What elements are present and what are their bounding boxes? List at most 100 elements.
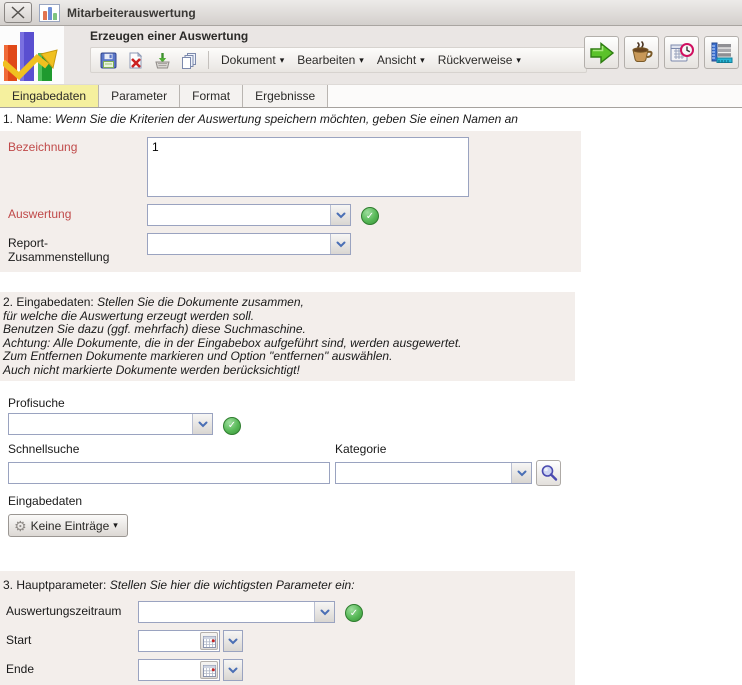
- section3-prefix: 3. Hauptparameter:: [3, 578, 106, 592]
- tab-parameter[interactable]: Parameter: [99, 85, 180, 107]
- chevron-down-icon: ▾: [113, 521, 118, 530]
- start-row: Start: [0, 630, 575, 652]
- auswertung-label: Auswertung: [0, 204, 147, 221]
- window-title: Mitarbeiterauswertung: [67, 6, 196, 20]
- schedule-button[interactable]: [664, 36, 699, 69]
- bezeichnung-row: Bezeichnung 1: [0, 137, 581, 197]
- toolbar: Dokument ▾ Bearbeiten ▾ Ansicht ▾ Rückve…: [90, 47, 587, 73]
- kategorie-combobox[interactable]: [335, 462, 532, 484]
- section1-prefix: 1. Name:: [3, 112, 52, 126]
- chevron-down-icon: [228, 667, 238, 674]
- close-icon: [10, 6, 26, 19]
- toolbar-separator: [208, 51, 209, 69]
- auswertung-combobox[interactable]: [147, 204, 351, 226]
- report-label: Report-Zusammenstellung: [0, 233, 147, 264]
- bezeichnung-textarea[interactable]: 1: [147, 137, 469, 197]
- section1-panel: Bezeichnung 1 Auswertung ✓ Report-Zusamm…: [0, 131, 581, 272]
- zeitraum-row: Auswertungszeitraum ✓: [0, 601, 575, 623]
- start-label: Start: [0, 630, 138, 647]
- calendar-clock-icon: [669, 41, 695, 65]
- chevron-down-icon[interactable]: [314, 602, 334, 622]
- section3-hint: Stellen Sie hier die wichtigsten Paramet…: [110, 578, 355, 592]
- bar-chart-icon: [39, 4, 60, 22]
- chevron-down-icon[interactable]: [330, 234, 350, 254]
- copy-button[interactable]: [178, 49, 200, 71]
- zeitraum-value: [139, 602, 314, 622]
- copy-icon: [181, 52, 198, 69]
- valid-check-icon: ✓: [345, 604, 363, 622]
- chevron-down-icon[interactable]: [511, 463, 531, 483]
- window-titlebar: Mitarbeiterauswertung: [0, 0, 742, 26]
- zeitraum-label: Auswertungszeitraum: [0, 601, 138, 618]
- section2-hint-line-4: Zum Entfernen Dokumente markieren und Op…: [3, 350, 572, 364]
- zeitraum-combobox[interactable]: [138, 601, 335, 623]
- ende-calendar-button[interactable]: [200, 661, 218, 679]
- profisuche-combobox[interactable]: [8, 413, 213, 435]
- report-row: Report-Zusammenstellung: [0, 233, 581, 264]
- ende-input[interactable]: [139, 663, 200, 677]
- auswertung-row: Auswertung ✓: [0, 204, 581, 226]
- schnellsuche-label: Schnellsuche: [8, 442, 335, 456]
- tab-format[interactable]: Format: [180, 85, 243, 107]
- tab-ergebnisse[interactable]: Ergebnisse: [243, 85, 328, 107]
- menu-dokument[interactable]: Dokument ▾: [217, 51, 288, 69]
- report-combobox[interactable]: [147, 233, 351, 255]
- profisuche-label: Profisuche: [0, 394, 575, 413]
- delete-button[interactable]: [124, 49, 146, 71]
- no-entries-dropdown-button[interactable]: ⚙ Keine Einträge ▾: [8, 514, 128, 537]
- content: 1. Name: Wenn Sie die Kriterien der Ausw…: [0, 108, 742, 685]
- schnellsuche-input[interactable]: [8, 462, 330, 484]
- start-calendar-button[interactable]: [200, 632, 218, 650]
- search-button[interactable]: [536, 460, 561, 486]
- section2-text-panel: 2. Eingabedaten: Stellen Sie die Dokumen…: [0, 292, 575, 381]
- chevron-down-icon[interactable]: [330, 205, 350, 225]
- coffee-cup-icon: [629, 41, 655, 65]
- delete-icon: [127, 52, 144, 69]
- header-actions: [584, 36, 739, 69]
- tab-eingabedaten[interactable]: Eingabedaten: [0, 85, 99, 107]
- search-fields-row: [0, 460, 575, 486]
- chevron-down-icon: ▾: [359, 56, 364, 65]
- no-entries-label: Keine Einträge: [31, 519, 110, 533]
- section2-hint-line-0: Stellen Sie die Dokumente zusammen,: [97, 295, 304, 309]
- coffee-button[interactable]: [624, 36, 659, 69]
- ende-datebox: [138, 659, 220, 681]
- import-button[interactable]: [151, 49, 173, 71]
- profisuche-value: [9, 414, 192, 434]
- start-input[interactable]: [139, 634, 200, 648]
- section1-heading: 1. Name: Wenn Sie die Kriterien der Ausw…: [0, 108, 742, 129]
- section2-heading-line: 2. Eingabedaten: Stellen Sie die Dokumen…: [3, 296, 572, 310]
- calendar-icon: [203, 664, 216, 677]
- start-dropdown-button[interactable]: [223, 630, 243, 652]
- section2-hint-line-1: für welche die Auswertung erzeugt werden…: [3, 310, 572, 324]
- ende-row: Ende: [0, 659, 575, 681]
- bezeichnung-label: Bezeichnung: [0, 137, 147, 154]
- chevron-down-icon: ▾: [280, 56, 285, 65]
- menu-rueckverweise[interactable]: Rückverweise ▾: [434, 51, 525, 69]
- valid-check-icon: ✓: [361, 207, 379, 225]
- save-button[interactable]: [97, 49, 119, 71]
- profisuche-row: ✓: [0, 413, 575, 435]
- auswertung-value: [148, 205, 330, 225]
- ende-label: Ende: [0, 659, 138, 676]
- menu-ansicht[interactable]: Ansicht ▾: [373, 51, 429, 69]
- menu-dokument-label: Dokument: [221, 53, 276, 67]
- eingabedaten-label: Eingabedaten: [0, 492, 575, 511]
- run-button[interactable]: [584, 36, 619, 69]
- logo-chart-icon: [3, 28, 61, 82]
- menu-bearbeiten-label: Bearbeiten: [297, 53, 355, 67]
- run-arrow-icon: [589, 41, 615, 65]
- report-value: [148, 234, 330, 254]
- chevron-down-icon[interactable]: [192, 414, 212, 434]
- tabbar: Eingabedaten Parameter Format Ergebnisse: [0, 85, 742, 108]
- chevron-down-icon: [228, 638, 238, 645]
- close-button[interactable]: [4, 2, 32, 23]
- menu-bearbeiten[interactable]: Bearbeiten ▾: [293, 51, 368, 69]
- report-button[interactable]: [704, 36, 739, 69]
- report-list-icon: [709, 41, 735, 65]
- ende-dropdown-button[interactable]: [223, 659, 243, 681]
- section3-heading: 3. Hauptparameter: Stellen Sie hier die …: [0, 575, 575, 594]
- start-datebox: [138, 630, 220, 652]
- header: Erzeugen einer Auswertung: [0, 26, 742, 85]
- section1-hint: Wenn Sie die Kriterien der Auswertung sp…: [55, 112, 518, 126]
